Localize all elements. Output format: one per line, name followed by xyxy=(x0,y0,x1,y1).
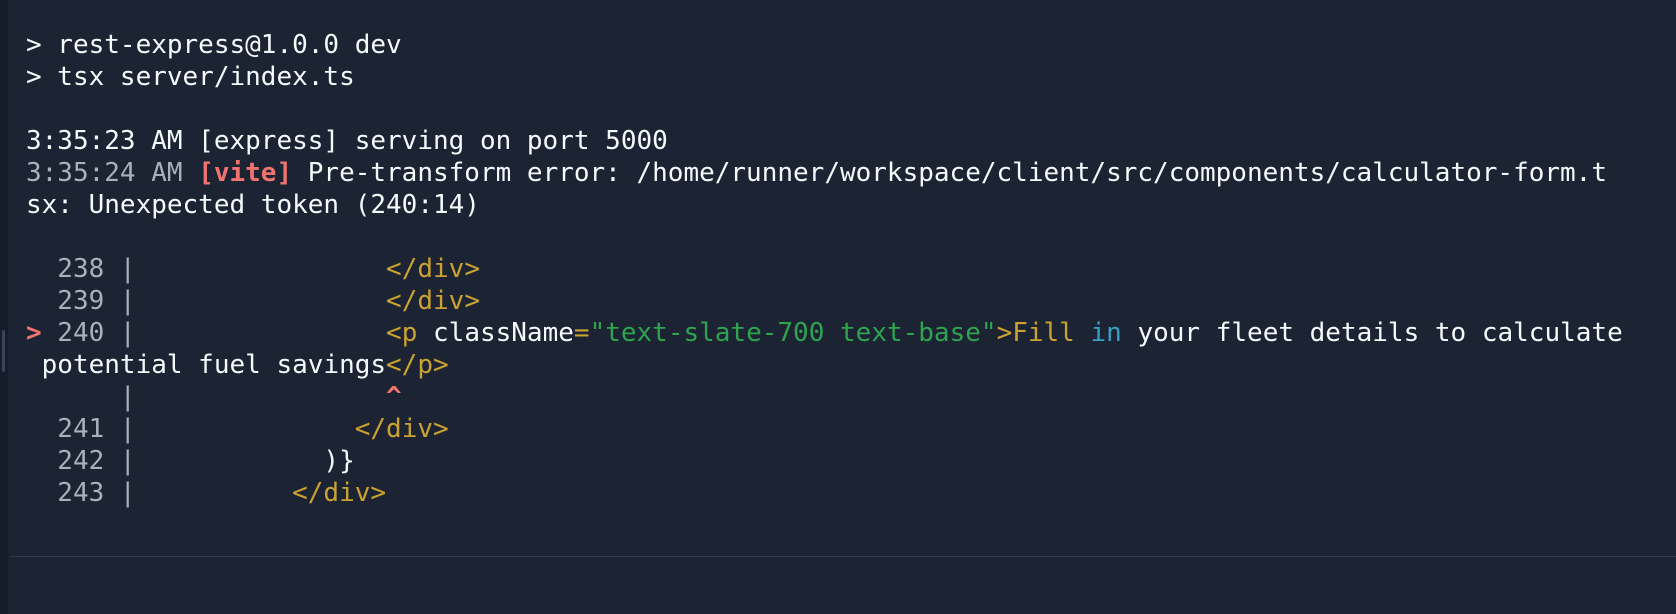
jsx-equals: = xyxy=(573,318,590,348)
code-gutter: 240 | xyxy=(41,318,152,348)
vite-error-line: 3:35:24 AM [vite] Pre-transform error: /… xyxy=(26,157,1666,189)
npm-script-line: > rest-express@1.0.0 dev xyxy=(26,30,402,60)
terminal-output: > rest-express@1.0.0 dev > tsx server/in… xyxy=(26,29,1666,509)
code-text: </div> xyxy=(386,286,480,316)
jsx-keyword: in xyxy=(1074,318,1122,348)
jsx-close-tag: </p> xyxy=(386,350,449,380)
vite-tag: [vite] xyxy=(198,158,293,188)
code-text: </div> xyxy=(386,254,480,284)
express-log-line: 3:35:23 AM [express] serving on port 500… xyxy=(26,126,668,156)
error-message: Pre-transform error: /home/runner/worksp… xyxy=(292,158,1607,188)
code-frame-row: 242 | )} xyxy=(26,445,1666,477)
terminal-input-area[interactable] xyxy=(10,557,1676,614)
jsx-open-tag: <p xyxy=(386,318,418,348)
error-caret: ^ xyxy=(386,382,402,412)
code-gutter: 238 | xyxy=(26,254,152,284)
code-frame-row: 241 | </div> xyxy=(26,413,1666,445)
jsx-text-word: Fill xyxy=(1012,318,1075,348)
error-line-marker: > xyxy=(26,318,42,348)
jsx-text-wrap: potential fuel savings xyxy=(26,350,387,380)
code-frame-row: 239 | </div> xyxy=(26,285,1666,317)
code-gutter: 239 | xyxy=(26,286,152,316)
code-text: )} xyxy=(323,446,355,476)
code-frame-wrap-row: potential fuel savings</p> xyxy=(26,349,1666,381)
code-text: </div> xyxy=(292,478,387,508)
code-gutter: 243 | xyxy=(26,478,152,508)
code-text: </div> xyxy=(354,414,449,444)
code-gutter: 241 | xyxy=(26,414,152,444)
log-timestamp: 3:35:24 AM xyxy=(26,158,199,188)
jsx-text: your fleet details to calculate xyxy=(1121,318,1623,348)
jsx-tag-close: > xyxy=(996,318,1013,348)
npm-command-line: > tsx server/index.ts xyxy=(26,62,355,92)
code-gutter: | xyxy=(26,382,152,412)
jsx-attribute: className xyxy=(417,318,574,348)
jsx-string: "text-slate-700 text-base" xyxy=(589,318,997,348)
code-frame-row: 238 | </div> xyxy=(26,253,1666,285)
code-gutter: 242 | xyxy=(26,446,152,476)
code-frame-error-row: > 240 | <p className="text-slate-700 tex… xyxy=(26,317,1666,349)
error-message-wrap: sx: Unexpected token (240:14) xyxy=(26,190,480,220)
left-resize-edge[interactable] xyxy=(0,0,8,614)
terminal-window[interactable]: > rest-express@1.0.0 dev > tsx server/in… xyxy=(0,0,1676,614)
code-frame-row: 243 | </div> xyxy=(26,477,1666,509)
resize-handle[interactable] xyxy=(2,330,5,372)
code-frame-caret-row: | ^ xyxy=(26,381,1666,413)
